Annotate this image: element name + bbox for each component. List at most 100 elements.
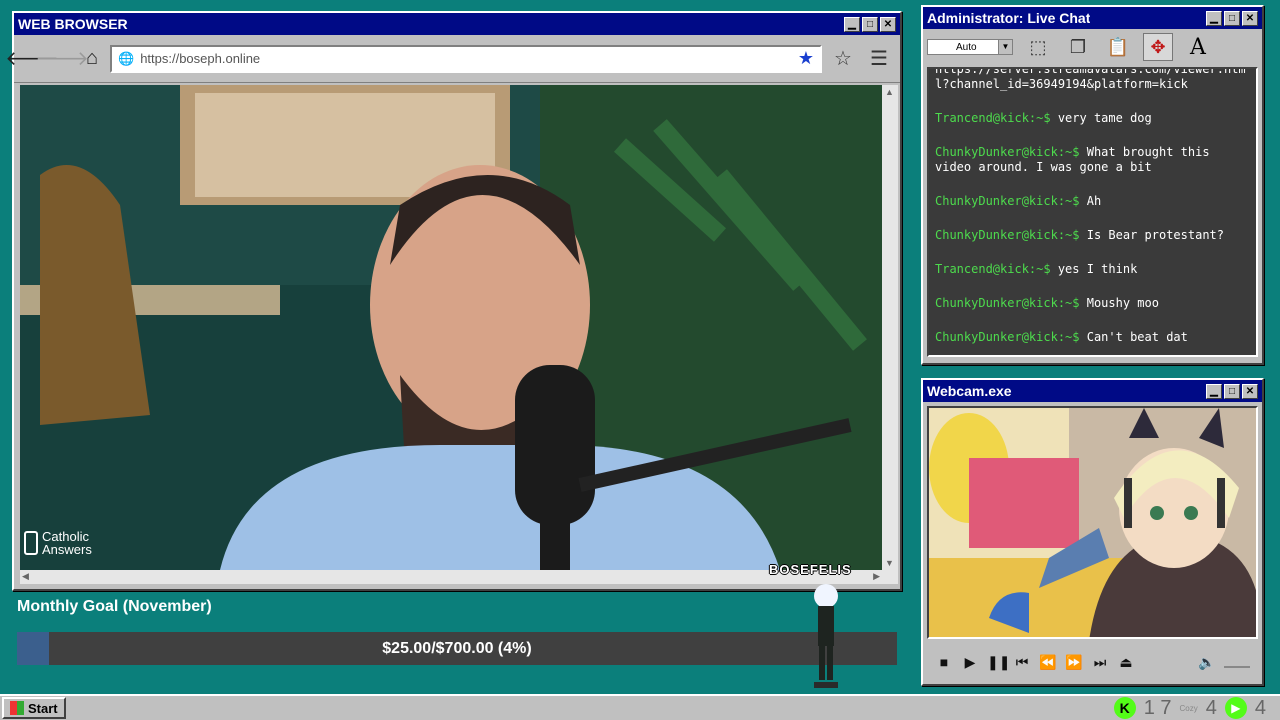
- chat-text: Is Bear protestant?: [1086, 228, 1225, 242]
- maximize-button[interactable]: □: [862, 16, 878, 32]
- chat-username[interactable]: ChunkyDunker@kick:~$: [935, 228, 1080, 242]
- play-circle-icon: ▶: [1224, 697, 1247, 719]
- goal-progress-bar: $25.00/$700.00 (4%): [17, 632, 897, 665]
- chat-username[interactable]: ChunkyDunker@kick:~$: [935, 296, 1080, 310]
- skip-end-icon[interactable]: ⏭: [1091, 654, 1109, 671]
- skip-start-icon[interactable]: ⏮: [1013, 654, 1031, 671]
- stop-icon[interactable]: ■: [935, 654, 953, 670]
- copy-icon[interactable]: ❐: [1063, 33, 1093, 61]
- chat-toolbar: Auto ▼ ⬚ ❐ 📋 ✥ A: [923, 29, 1262, 65]
- favorites-star-icon[interactable]: ☆: [828, 46, 858, 71]
- goal-progress-text: $25.00/$700.00 (4%): [382, 639, 532, 657]
- chevron-down-icon[interactable]: ▼: [998, 40, 1012, 54]
- minimize-button[interactable]: ▁: [1206, 383, 1222, 399]
- close-button[interactable]: ✕: [880, 16, 896, 32]
- chat-message: ChunkyDunker@kick:~$ Is Bear protestant?: [935, 228, 1250, 243]
- catholic-answers-logo: Catholic Answers: [24, 530, 102, 556]
- scroll-right-icon[interactable]: ▶: [873, 571, 880, 582]
- pixel-avatar-sprite: [814, 584, 838, 688]
- browser-titlebar[interactable]: WEB BROWSER ▁ □ ✕: [14, 13, 900, 35]
- eject-icon[interactable]: ⏏: [1117, 654, 1135, 671]
- pause-icon[interactable]: ❚❚: [987, 654, 1010, 671]
- scroll-down-icon[interactable]: ▼: [885, 558, 894, 568]
- windows-logo-icon: [10, 701, 24, 715]
- video-frame: [20, 85, 882, 570]
- catholic-answers-icon: [24, 531, 38, 555]
- browser-window: WEB BROWSER ▁ □ ✕ 🡐 🡒 ⌂ 🌐 https://boseph…: [5, 11, 902, 591]
- chat-message: ChunkyDunker@kick:~$ Ah: [935, 194, 1250, 209]
- kick-logo-icon: K: [1113, 697, 1136, 719]
- webcam-titlebar[interactable]: Webcam.exe ▁ □ ✕: [923, 380, 1262, 402]
- chat-message: ChunkyDunker@kick:~$ Moushy moo: [935, 296, 1250, 311]
- chat-text: Moushy moo: [1086, 296, 1159, 310]
- chat-text: Can't beat dat: [1086, 330, 1188, 344]
- cozy-label: Cozy: [1179, 703, 1198, 713]
- chat-message: Trancend@kick:~$ very tame dog: [935, 111, 1250, 126]
- chat-titlebar[interactable]: Administrator: Live Chat ▁ □ ✕: [923, 7, 1262, 29]
- goal-title: Monthly Goal (November): [17, 598, 212, 615]
- chat-log[interactable]: https://server.streamavatars.com/viewer.…: [927, 67, 1258, 357]
- hamburger-menu-icon[interactable]: ☰: [864, 46, 894, 71]
- volume-icon[interactable]: 🔈: [1198, 654, 1216, 671]
- logo-text: Catholic Answers: [42, 529, 92, 557]
- forward-arrow-icon[interactable]: 🡒: [35, 47, 89, 71]
- move-icon[interactable]: ✥: [1143, 33, 1173, 61]
- live-count: 4: [1254, 696, 1266, 719]
- start-label: Start: [28, 700, 58, 716]
- chat-username[interactable]: ChunkyDunker@kick:~$: [935, 145, 1080, 159]
- webcam-title: Webcam.exe: [927, 383, 1012, 399]
- maximize-button[interactable]: □: [1224, 10, 1240, 26]
- taskbar: Start K 1 7 Cozy 4 ▶ 4: [0, 694, 1280, 720]
- volume-slider[interactable]: [1224, 656, 1250, 668]
- rewind-icon[interactable]: ⏪: [1039, 654, 1057, 671]
- avatar-name-tag: BOSEFELIS: [769, 562, 852, 577]
- chat-message: ChunkyDunker@kick:~$ What brought this v…: [935, 145, 1250, 175]
- vertical-scrollbar[interactable]: ▲ ▼: [882, 85, 898, 570]
- webcam-view: [927, 406, 1258, 639]
- chat-message: Trancend@kick:~$ yes I think: [935, 262, 1250, 277]
- webcam-window: Webcam.exe ▁ □ ✕ ■ ▶ ❚❚ ⏮ ⏪ ⏩ ⏭ ⏏ 🔈: [921, 378, 1264, 686]
- horizontal-scrollbar[interactable]: ◀ ▶: [20, 570, 898, 584]
- home-icon[interactable]: ⌂: [80, 47, 104, 71]
- chat-username[interactable]: ChunkyDunker@kick:~$: [935, 194, 1080, 208]
- browser-title: WEB BROWSER: [18, 16, 128, 32]
- url-text: https://boseph.online: [140, 51, 261, 66]
- paste-icon[interactable]: 📋: [1103, 33, 1133, 61]
- chat-messages: Trancend@kick:~$ very tame dog ChunkyDunk…: [935, 111, 1250, 345]
- live-chat-window: Administrator: Live Chat ▁ □ ✕ Auto ▼ ⬚ …: [921, 5, 1264, 365]
- chat-text: very tame dog: [1057, 111, 1152, 125]
- chat-text: yes I think: [1057, 262, 1138, 276]
- browser-navbar: 🡐 🡒 ⌂ 🌐 https://boseph.online ★ ☆ ☰: [5, 35, 900, 83]
- maximize-button[interactable]: □: [1224, 383, 1240, 399]
- chat-message: ChunkyDunker@kick:~$ Can't beat dat: [935, 330, 1250, 345]
- globe-icon: 🌐: [118, 50, 135, 66]
- anime-avatar-image: [929, 408, 1256, 637]
- chat-text: Ah: [1086, 194, 1102, 208]
- chat-url-line: https://server.streamavatars.com/viewer.…: [935, 67, 1246, 91]
- chat-title: Administrator: Live Chat: [927, 10, 1091, 26]
- goal-progress-fill: [17, 632, 49, 665]
- select-value: Auto: [956, 41, 977, 53]
- viewer-count: 1 7: [1143, 696, 1172, 719]
- scroll-up-icon[interactable]: ▲: [885, 87, 894, 97]
- chat-username[interactable]: Trancend@kick:~$: [935, 111, 1051, 125]
- start-button[interactable]: Start: [2, 697, 66, 719]
- close-button[interactable]: ✕: [1242, 10, 1258, 26]
- play-icon[interactable]: ▶: [961, 654, 979, 671]
- font-size-select[interactable]: Auto ▼: [927, 39, 1013, 55]
- chat-username[interactable]: Trancend@kick:~$: [935, 262, 1051, 276]
- select-marquee-icon[interactable]: ⬚: [1023, 33, 1053, 61]
- address-bar[interactable]: 🌐 https://boseph.online ★: [110, 44, 822, 73]
- scroll-left-icon[interactable]: ◀: [22, 571, 29, 582]
- fast-forward-icon[interactable]: ⏩: [1065, 654, 1083, 671]
- follower-count: 4: [1205, 696, 1217, 719]
- media-controls: ■ ▶ ❚❚ ⏮ ⏪ ⏩ ⏭ ⏏ 🔈: [927, 644, 1258, 680]
- system-tray: K 1 7 Cozy 4 ▶ 4: [1113, 696, 1278, 720]
- chat-username[interactable]: ChunkyDunker@kick:~$: [935, 330, 1080, 344]
- video-viewport[interactable]: Catholic Answers: [20, 85, 882, 570]
- bookmark-filled-star-icon[interactable]: ★: [798, 48, 814, 69]
- close-button[interactable]: ✕: [1242, 383, 1258, 399]
- minimize-button[interactable]: ▁: [844, 16, 860, 32]
- minimize-button[interactable]: ▁: [1206, 10, 1222, 26]
- font-icon[interactable]: A: [1183, 33, 1213, 61]
